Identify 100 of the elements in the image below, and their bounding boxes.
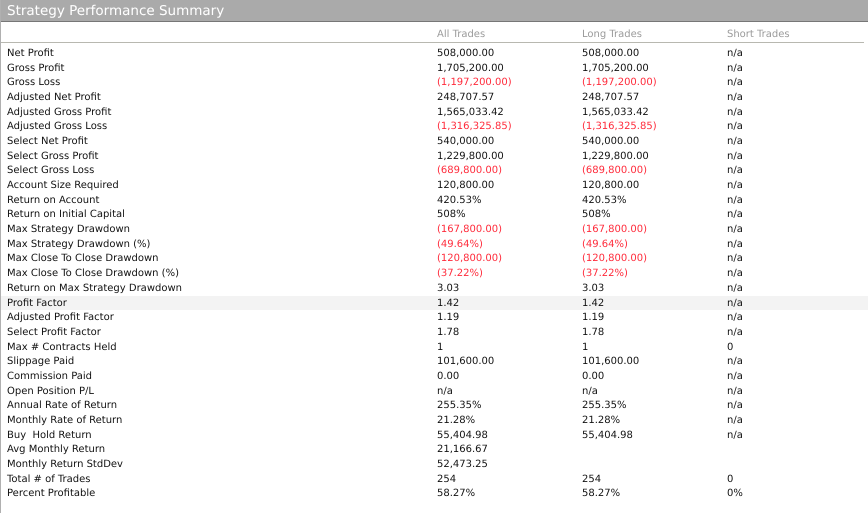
row-label: Net Profit: [6, 48, 55, 59]
table-row[interactable]: Select Net Profit 540,000.00 540,000.00 n/a: [1, 134, 868, 149]
table-cell-text: n/a: [727, 298, 744, 309]
table-cell-text: 248,707.57: [582, 92, 640, 103]
table-cell-text: 101,600.00: [437, 356, 496, 368]
table-cell-text: (1,197,200.00): [582, 77, 658, 88]
table-row[interactable]: Select Gross Loss (689,800.00) (689,800.00) n/a: [1, 164, 868, 178]
row-label: Select Gross Profit: [6, 150, 100, 162]
row-label: Gross Profit: [6, 62, 66, 74]
column-header: Long Trades: [582, 28, 643, 40]
row-label: Profit Factor: [6, 298, 68, 309]
row-label: Max # Contracts Held: [6, 342, 118, 353]
table-cell-text: (167,800.00): [437, 224, 504, 236]
panel-title: Strategy Performance Summary: [1, 0, 868, 22]
table-row[interactable]: Monthly Rate of Return 21.28% 21.28% n/a: [1, 413, 868, 428]
table-cell-text: 0.00: [582, 370, 606, 382]
table-cell-text: 1: [582, 342, 590, 353]
table-cell-text: n/a: [727, 180, 744, 192]
table-row[interactable]: Monthly Return StdDev 52,473.25: [1, 457, 868, 472]
table-cell-text: 420.53%: [437, 194, 482, 206]
table-cell-text: n/a: [727, 282, 744, 294]
table-cell-text: (120,800.00): [437, 253, 504, 264]
table-row[interactable]: Select Gross Profit 1,229,800.00 1,229,800.00 n/a: [1, 148, 868, 164]
table-cell-text: (689,800.00): [582, 165, 648, 176]
table-row[interactable]: Max Close To Close Drawdown (120,800.00) (120,800.00) n/a: [1, 252, 868, 266]
column-header: Short Trades: [727, 28, 791, 40]
table-row[interactable]: Total # of Trades 254 254 0: [1, 472, 868, 487]
table-cell-text: 101,600.00: [582, 356, 640, 368]
table-cell-text: n/a: [727, 400, 744, 412]
row-label: Gross Loss: [6, 77, 62, 88]
row-label: Percent Profitable: [6, 488, 96, 500]
table-cell-text: n/a: [727, 136, 744, 147]
table-row[interactable]: Gross Loss (1,197,200.00) (1,197,200.00) n/a: [1, 75, 868, 90]
table-cell-text: 21.28%: [582, 415, 622, 426]
table-cell-text: n/a: [727, 253, 744, 264]
table-cell-text: 1,565,033.42: [582, 106, 650, 118]
table-row[interactable]: Account Size Required 120,800.00 120,800.00 n/a: [1, 178, 868, 193]
table-row[interactable]: Adjusted Gross Loss (1,316,325.85) (1,316,325.85) n/a: [1, 119, 868, 134]
table-cell-text: 52,473.25: [437, 459, 489, 470]
table-row[interactable]: Net Profit 508,000.00 508,000.00 n/a: [1, 46, 868, 61]
row-label: Max Strategy Drawdown: [6, 224, 131, 236]
table-cell-text: (167,800.00): [582, 224, 648, 236]
row-label: Adjusted Gross Loss: [6, 121, 108, 132]
table-row[interactable]: Avg Monthly Return 21,166.67: [1, 442, 868, 458]
table-row[interactable]: Annual Rate of Return 255.35% 255.35% n/a: [1, 398, 868, 414]
table-cell-text: n/a: [727, 77, 744, 88]
table-cell-text: n/a: [727, 326, 744, 338]
table-cell-text: (1,197,200.00): [437, 77, 513, 88]
row-label: Max Close To Close Drawdown (%): [6, 268, 180, 280]
table-row[interactable]: Max # Contracts Held 1 1 0: [1, 340, 868, 354]
table-cell-text: n/a: [727, 238, 744, 250]
table-row[interactable]: Max Close To Close Drawdown (%) (37.22%) (37.22%) n/a: [1, 266, 868, 281]
table-cell-text: (37.22%): [582, 268, 629, 280]
table-cell-text: n/a: [727, 165, 744, 176]
table-cell-text: 1,229,800.00: [437, 150, 505, 162]
table-row[interactable]: Percent Profitable 58.27% 58.27% 0%: [1, 486, 868, 502]
row-label: Avg Monthly Return: [6, 444, 106, 456]
table-cell-text: n/a: [727, 356, 744, 368]
table-row[interactable]: Adjusted Profit Factor 1.19 1.19 n/a: [1, 310, 868, 326]
row-label: Return on Initial Capital: [6, 209, 126, 220]
row-label: Buy Hold Return: [6, 430, 93, 441]
table-row[interactable]: Adjusted Net Profit 248,707.57 248,707.57 n/a: [1, 90, 868, 105]
table-cell-text: 21.28%: [437, 415, 476, 426]
table-row[interactable]: Select Profit Factor 1.78 1.78 n/a: [1, 325, 868, 340]
table-row[interactable]: Adjusted Gross Profit 1,565,033.42 1,565,033.42 n/a: [1, 104, 868, 120]
table-cell-text: n/a: [727, 194, 744, 206]
table-cell-text: 55,404.98: [437, 430, 489, 441]
table-cell-text: n/a: [582, 386, 599, 397]
table-cell-text: n/a: [727, 92, 744, 103]
table-cell-text: n/a: [727, 268, 744, 280]
table-cell-text: n/a: [727, 430, 744, 441]
row-label: Return on Max Strategy Drawdown: [6, 282, 183, 294]
table-row[interactable]: Max Strategy Drawdown (167,800.00) (167,800.00) n/a: [1, 222, 868, 237]
table-cell-text: 420.53%: [582, 194, 628, 206]
table-row[interactable]: Buy Hold Return 55,404.98 55,404.98 n/a: [1, 428, 868, 443]
table-row[interactable]: Commission Paid 0.00 0.00 n/a: [1, 369, 868, 384]
table-row[interactable]: Return on Max Strategy Drawdown 3.03 3.03 n/a: [1, 281, 868, 296]
row-label: Adjusted Profit Factor: [6, 312, 115, 324]
table-cell-text: 3.03: [582, 282, 606, 294]
table-row[interactable]: Slippage Paid 101,600.00 101,600.00 n/a: [1, 354, 868, 370]
table-row[interactable]: Profit Factor 1.42 1.42 n/a: [1, 296, 868, 310]
row-label: Open Position P/L: [6, 386, 95, 397]
table-row[interactable]: Open Position P/L n/a n/a n/a: [1, 384, 868, 398]
table-cell-text: 120,800.00: [437, 180, 496, 192]
table-cell-text: 540,000.00: [437, 136, 496, 147]
table-row[interactable]: Return on Initial Capital 508% 508% n/a: [1, 208, 868, 222]
table-row[interactable]: Gross Profit 1,705,200.00 1,705,200.00 n/a: [1, 60, 868, 76]
table-cell-text: 1,705,200.00: [437, 62, 505, 74]
row-label: Max Close To Close Drawdown: [6, 253, 160, 264]
column-header: All Trades: [437, 28, 486, 40]
table-cell-text: 1,705,200.00: [582, 62, 650, 74]
row-label: Commission Paid: [6, 370, 94, 382]
table-cell-text: 255.35%: [437, 400, 482, 412]
table-cell-text: (1,316,325.85): [437, 121, 513, 132]
row-label: Annual Rate of Return: [6, 400, 118, 412]
table-row[interactable]: Return on Account 420.53% 420.53% n/a: [1, 192, 868, 208]
table-cell-text: (37.22%): [437, 268, 484, 280]
table-cell-text: (689,800.00): [437, 165, 504, 176]
table-cell-text: (49.64%): [582, 238, 629, 250]
table-row[interactable]: Max Strategy Drawdown (%) (49.64%) (49.64%) n/a: [1, 236, 868, 252]
